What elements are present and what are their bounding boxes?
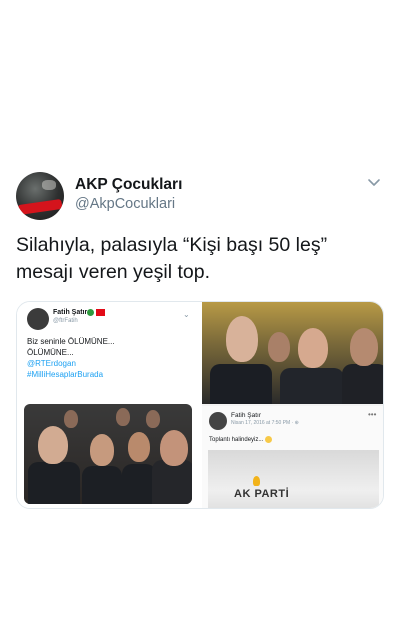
ak-parti-sign-photo: AK PARTİ — [208, 450, 379, 508]
crowd-photo — [24, 404, 192, 504]
embedded-avatar — [27, 308, 49, 330]
embedded-tweet-text: Biz seninle ÖLÜMÜNE... ÖLÜMÜNE... @RTErd… — [27, 336, 115, 380]
person-face — [128, 432, 150, 462]
tweet-media[interactable]: Fatih Şatır @ftrFatih ⌄ Biz seninle ÖLÜM… — [16, 301, 384, 509]
person-suit — [82, 466, 122, 504]
tweet-text-line-1: Silahıyla, palasıyla “Kişi başı 50 leş” — [16, 234, 328, 256]
post-avatar — [209, 412, 227, 430]
avatar-red-stripe — [17, 198, 63, 216]
ak-parti-sign-text: AK PARTİ — [234, 488, 290, 500]
person-face — [160, 430, 188, 466]
post-author: Fatih Şatır — [231, 412, 261, 419]
post-text: Toplantı halindeyiz... — [209, 436, 273, 444]
media-left-panel[interactable]: Fatih Şatır @ftrFatih ⌄ Biz seninle ÖLÜM… — [17, 302, 200, 508]
smiley-icon — [265, 436, 273, 443]
person-face — [146, 410, 160, 428]
facebook-post: Fatih Şatır Nisan 17, 2016 at 7:50 PM · … — [202, 406, 383, 508]
person-face — [226, 316, 258, 362]
person-face — [298, 328, 328, 368]
post-date: Nisan 17, 2016 at 7:50 PM · ⊕ — [231, 420, 299, 426]
avatar-glare — [42, 180, 56, 190]
turkey-flag-icon — [96, 309, 105, 316]
tweet-text: Silahıyla, palasıyla “Kişi başı 50 leş” … — [16, 232, 388, 286]
person-suit — [152, 460, 192, 504]
person-face — [116, 408, 130, 426]
user-handle[interactable]: @AkpCocuklari — [75, 196, 175, 212]
person-suit — [280, 368, 344, 404]
post-text-body: Toplantı halindeyiz... — [209, 437, 264, 444]
embedded-mention: @RTErdogan — [27, 359, 76, 368]
person-face — [268, 332, 290, 362]
green-circle-icon — [87, 309, 94, 316]
embedded-line-2: ÖLÜMÜNE... — [27, 348, 74, 357]
display-name[interactable]: AKP Çocukları — [75, 176, 182, 194]
embedded-chevron-icon: ⌄ — [183, 310, 190, 319]
embedded-author-handle: @ftrFatih — [53, 318, 78, 324]
person-face — [350, 328, 378, 366]
more-icon: ••• — [368, 410, 377, 419]
person-face — [38, 426, 68, 464]
embedded-hashtag: #MilliHesaplarBurada — [27, 370, 104, 379]
embedded-author-name: Fatih Şatır — [53, 309, 88, 316]
person-suit — [342, 364, 383, 404]
chevron-down-icon[interactable] — [367, 178, 381, 188]
person-suit — [122, 464, 156, 504]
person-suit — [210, 364, 272, 404]
person-face — [64, 410, 78, 428]
tweet-text-line-2: mesajı veren yeşil top. — [16, 261, 211, 283]
lightbulb-logo-icon — [253, 476, 260, 486]
media-right-panel[interactable]: Fatih Şatır Nisan 17, 2016 at 7:50 PM · … — [202, 302, 383, 508]
group-photo — [202, 302, 383, 404]
person-suit — [28, 462, 80, 504]
embedded-line-1: Biz seninle ÖLÜMÜNE... — [27, 337, 115, 346]
person-face — [90, 434, 114, 466]
avatar[interactable] — [16, 172, 64, 220]
